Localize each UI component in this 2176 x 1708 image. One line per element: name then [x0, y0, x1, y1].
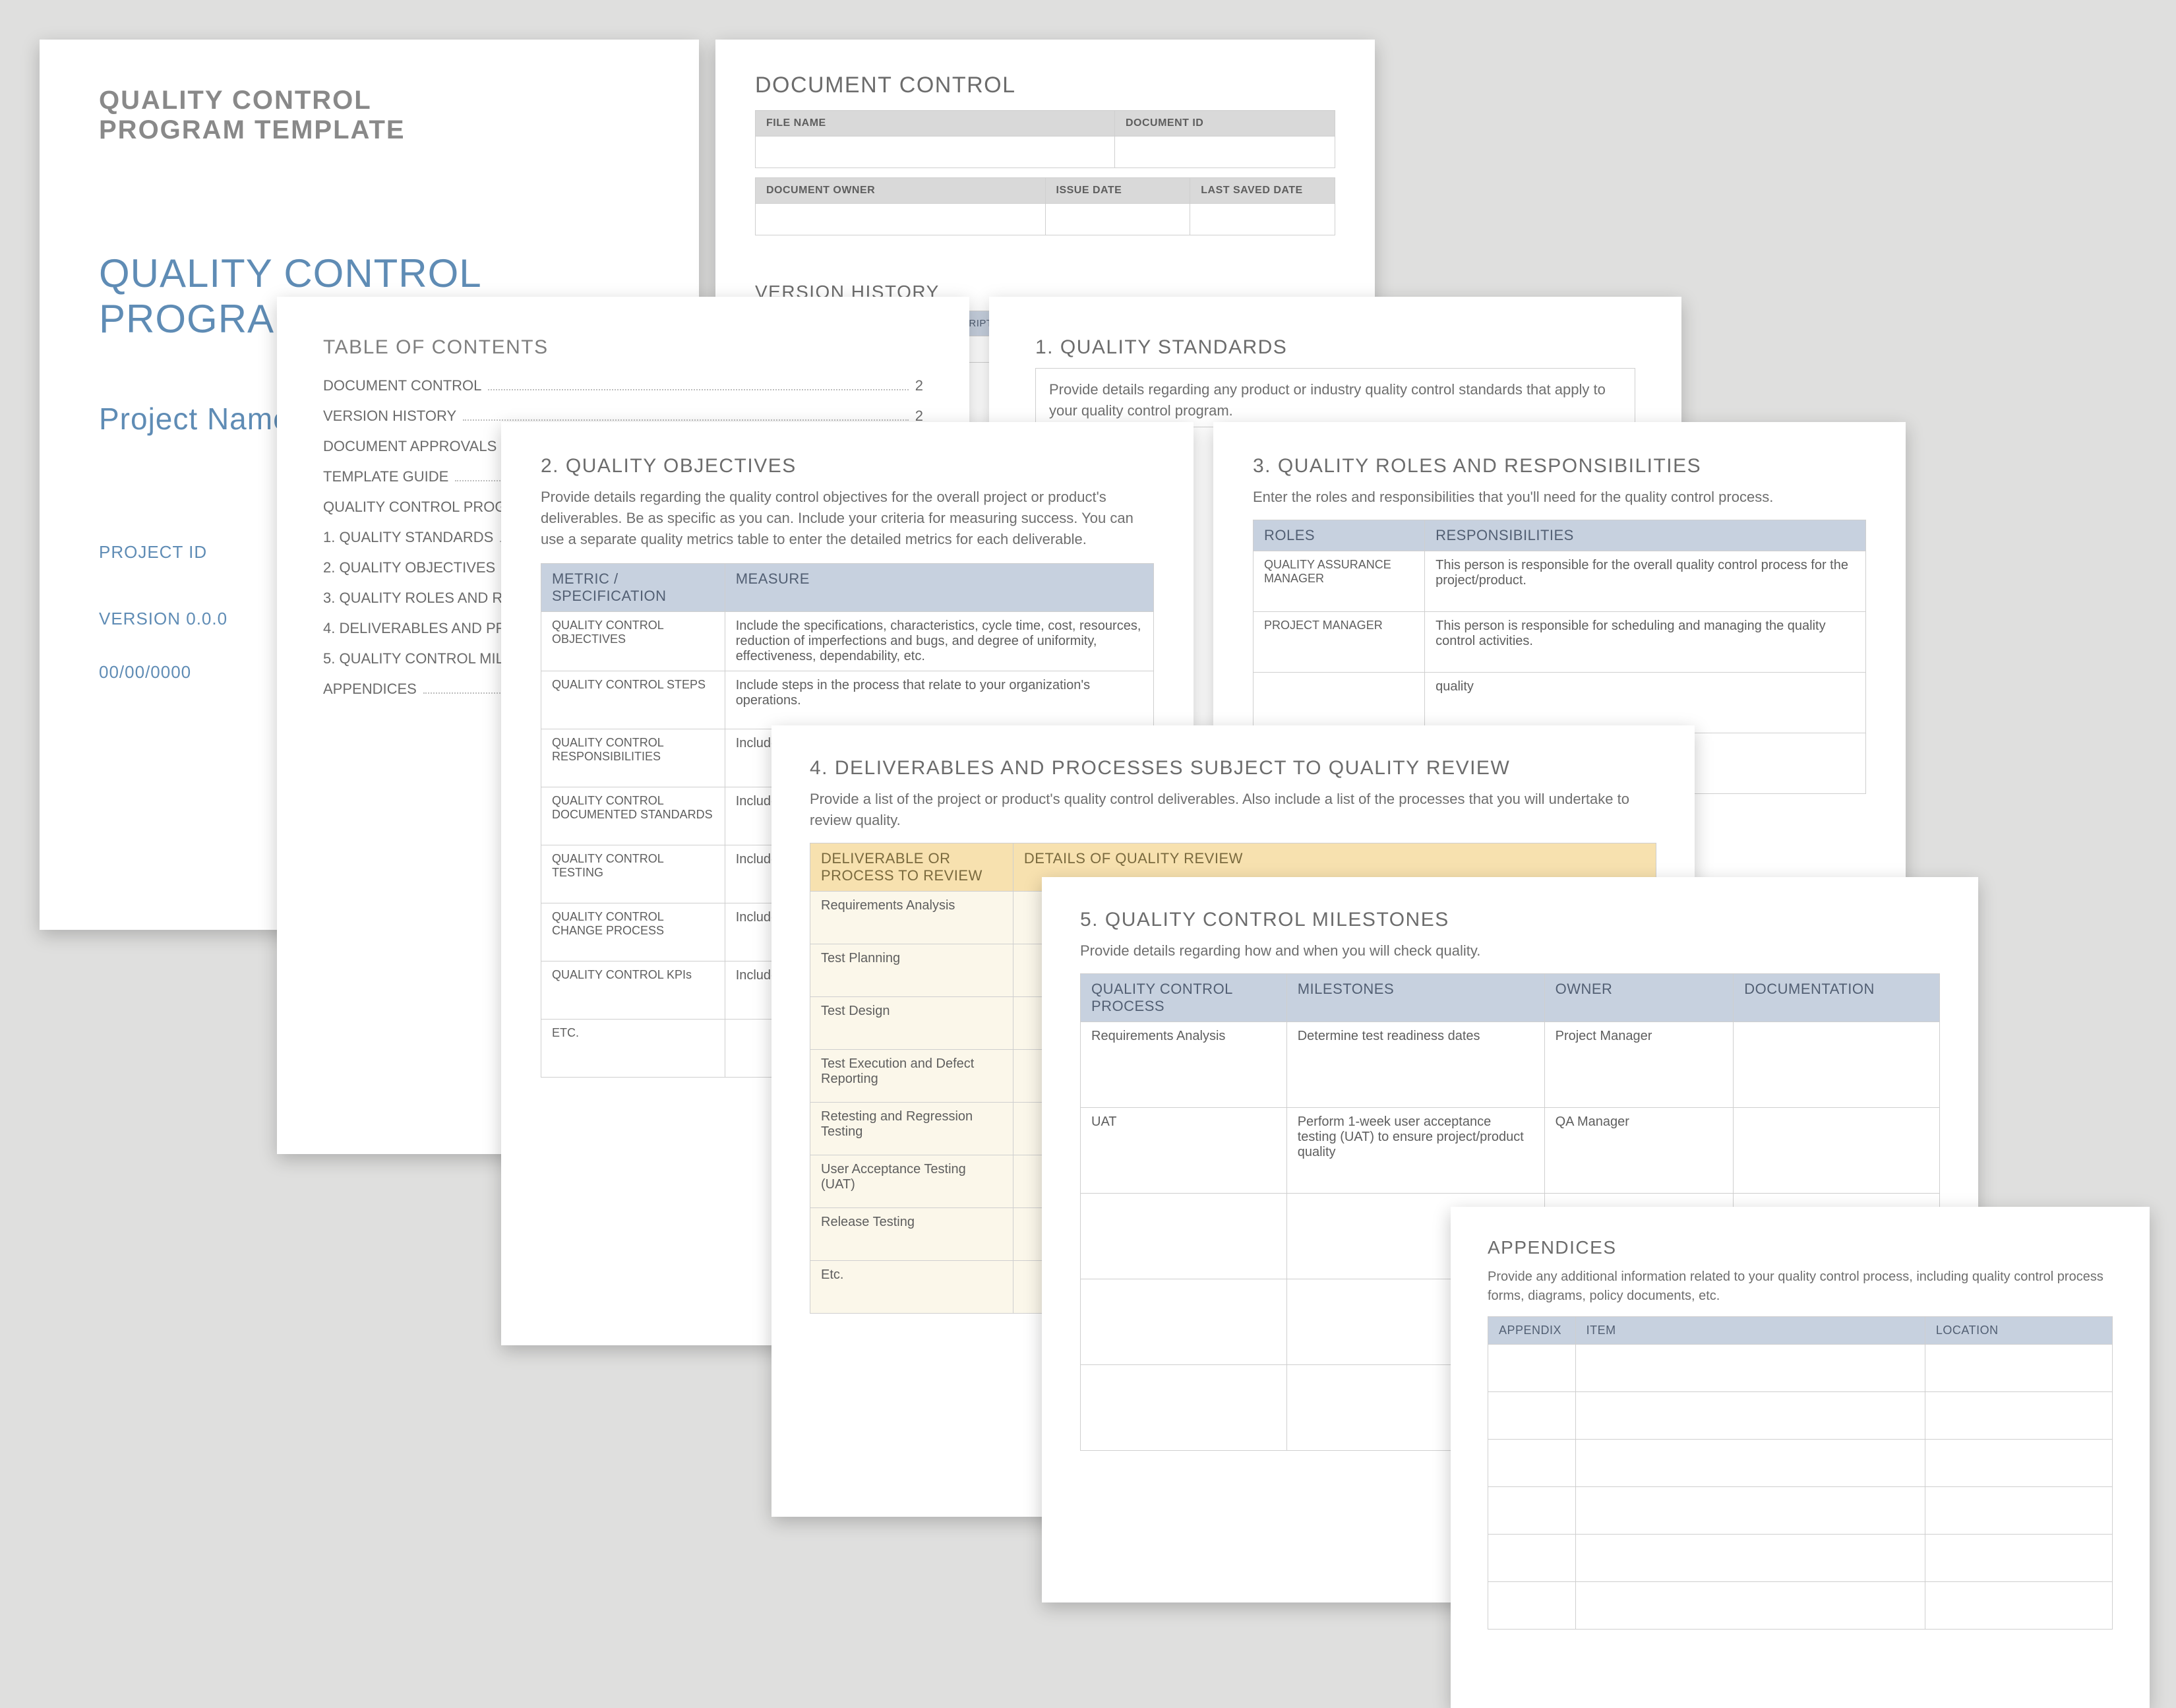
toc-item: DOCUMENT CONTROL2	[323, 377, 923, 394]
table-row	[1488, 1392, 2113, 1440]
table-row: QUALITY CONTROL OBJECTIVESInclude the sp…	[541, 611, 1154, 671]
roles-heading: 3. QUALITY ROLES AND RESPONSIBILITIES	[1253, 455, 1866, 477]
table-row	[1488, 1535, 2113, 1582]
table-row: quality	[1254, 672, 1866, 733]
table-row	[1488, 1345, 2113, 1392]
table-row: Requirements AnalysisDetermine test read…	[1081, 1022, 1940, 1107]
table-row: QUALITY ASSURANCE MANAGERThis person is …	[1254, 551, 1866, 611]
milestones-intro: Provide details regarding how and when y…	[1080, 940, 1940, 961]
standards-intro: Provide details regarding any product or…	[1035, 368, 1635, 427]
milestones-heading: 5. QUALITY CONTROL MILESTONES	[1080, 909, 1940, 931]
template-title-1: QUALITY CONTROL	[99, 86, 640, 115]
template-title-2: PROGRAM TEMPLATE	[99, 115, 640, 145]
toc-heading: TABLE OF CONTENTS	[323, 336, 923, 359]
appendices-intro: Provide any additional information relat…	[1488, 1267, 2113, 1306]
objectives-intro: Provide details regarding the quality co…	[541, 487, 1154, 550]
table-row	[1488, 1582, 2113, 1630]
appendices-table: APPENDIX ITEM LOCATION	[1488, 1316, 2113, 1630]
table-row	[1488, 1487, 2113, 1535]
table-row: QUALITY CONTROL STEPSInclude steps in th…	[541, 671, 1154, 729]
page-appendices: APPENDICES Provide any additional inform…	[1451, 1207, 2150, 1708]
doc-control-table: FILE NAME DOCUMENT ID	[755, 110, 1335, 168]
roles-intro: Enter the roles and responsibilities tha…	[1253, 487, 1866, 508]
table-row	[1488, 1440, 2113, 1487]
deliverables-intro: Provide a list of the project or product…	[810, 789, 1656, 831]
standards-heading: 1. QUALITY STANDARDS	[1035, 336, 1635, 359]
doc-control-table-2: DOCUMENT OWNER ISSUE DATE LAST SAVED DAT…	[755, 177, 1335, 235]
deliverables-heading: 4. DELIVERABLES AND PROCESSES SUBJECT TO…	[810, 757, 1656, 779]
doc-control-heading: DOCUMENT CONTROL	[755, 73, 1335, 98]
appendices-heading: APPENDICES	[1488, 1237, 2113, 1258]
table-row: PROJECT MANAGERThis person is responsibl…	[1254, 611, 1866, 672]
objectives-heading: 2. QUALITY OBJECTIVES	[541, 455, 1154, 477]
table-row: UATPerform 1-week user acceptance testin…	[1081, 1107, 1940, 1193]
